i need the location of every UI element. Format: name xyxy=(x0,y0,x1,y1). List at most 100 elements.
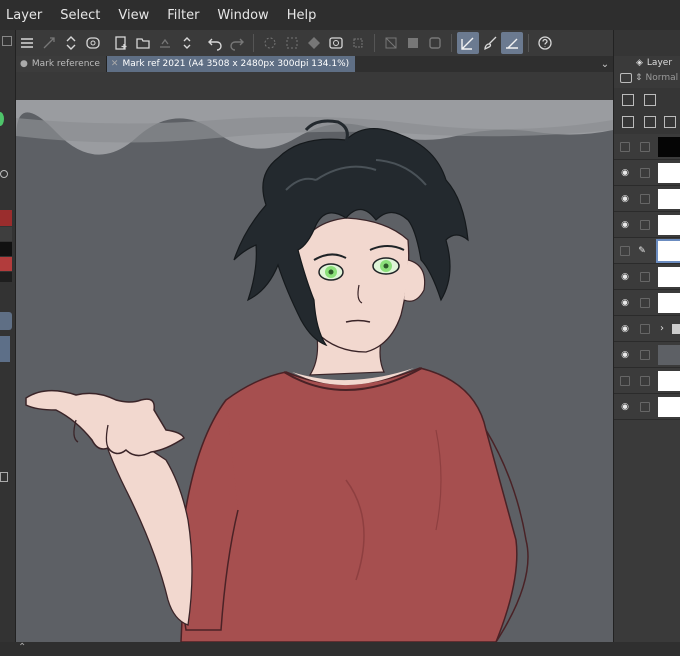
layer-thumbnail xyxy=(658,371,680,391)
layer-checkbox[interactable] xyxy=(640,194,650,204)
layer-thumbnail xyxy=(656,239,680,263)
command-bar xyxy=(16,30,613,56)
swatch-dark-red[interactable] xyxy=(0,210,12,226)
layer-checkbox[interactable] xyxy=(640,142,650,152)
menu-icon[interactable] xyxy=(16,32,38,54)
layer-checkbox[interactable] xyxy=(620,246,630,256)
border-icon[interactable] xyxy=(424,32,446,54)
help-icon[interactable] xyxy=(534,32,556,54)
layer-tools-row xyxy=(614,88,680,134)
swatch-red[interactable] xyxy=(0,257,12,271)
layer-row[interactable]: ◉ xyxy=(614,290,680,316)
swatch-dark[interactable] xyxy=(0,272,12,282)
layer-checkbox[interactable] xyxy=(640,324,650,334)
eye-icon[interactable]: ◉ xyxy=(619,402,631,412)
save-icon[interactable] xyxy=(154,32,176,54)
new-icon[interactable] xyxy=(110,32,132,54)
chevron-up-icon[interactable]: ⌃ xyxy=(18,642,26,653)
undo-icon[interactable] xyxy=(204,32,226,54)
layer-panel: ◈ Layer ⇕ Normal ◉ ◉ ◉ ✎ ◉ ◉ ◉ › ◉ ◉ xyxy=(613,56,680,642)
layer-checkbox[interactable] xyxy=(640,272,650,282)
pen-icon[interactable] xyxy=(457,32,479,54)
swatch-gray[interactable] xyxy=(0,227,12,241)
layer-row[interactable]: ◉ xyxy=(614,394,680,420)
clear-icon[interactable] xyxy=(281,32,303,54)
layer-checkbox[interactable] xyxy=(640,350,650,360)
copy-layer-icon[interactable] xyxy=(622,116,634,128)
fill-icon[interactable] xyxy=(303,32,325,54)
layer-row[interactable]: ◉ xyxy=(614,186,680,212)
layer-checkbox[interactable] xyxy=(640,376,650,386)
menu-view[interactable]: View xyxy=(118,8,158,23)
layer-checkbox[interactable] xyxy=(620,376,630,386)
blend-mode-box-icon xyxy=(620,73,632,83)
tab-mark-reference[interactable]: ● Mark reference xyxy=(16,56,107,72)
eye-icon[interactable]: ◉ xyxy=(619,324,631,334)
layer-folder-row[interactable]: ◉ › xyxy=(614,316,680,342)
new-layer-icon[interactable] xyxy=(622,94,634,106)
tab-label: Mark reference xyxy=(31,59,100,69)
property-panel[interactable] xyxy=(0,336,10,362)
layer-row[interactable]: ◉ xyxy=(614,160,680,186)
layer-panel-label: Layer xyxy=(646,58,673,68)
layer-row[interactable]: ◉ xyxy=(614,264,680,290)
layer-row[interactable] xyxy=(614,368,680,394)
layer-checkbox[interactable] xyxy=(640,402,650,412)
layer-checkbox[interactable] xyxy=(620,142,630,152)
layer-checkbox[interactable] xyxy=(640,220,650,230)
menu-filter[interactable]: Filter xyxy=(167,8,208,23)
menu-icon[interactable] xyxy=(2,36,12,46)
ruler-icon[interactable] xyxy=(501,32,523,54)
status-bar: ⌃ xyxy=(0,642,680,656)
left-tool-strip xyxy=(0,30,16,642)
eye-icon[interactable]: ◉ xyxy=(619,350,631,360)
layer-row[interactable]: ◉ xyxy=(614,342,680,368)
chevron-down-icon[interactable]: ⌄ xyxy=(597,56,613,72)
close-icon[interactable]: ✕ xyxy=(111,59,119,69)
layer-row[interactable]: ◉ xyxy=(614,212,680,238)
open-icon[interactable] xyxy=(132,32,154,54)
layer-checkbox[interactable] xyxy=(640,168,650,178)
drawing-canvas[interactable] xyxy=(16,100,613,642)
tone-icon[interactable] xyxy=(402,32,424,54)
updown-icon: ⇕ xyxy=(635,73,643,83)
crop-icon[interactable] xyxy=(347,32,369,54)
eye-icon[interactable]: ◉ xyxy=(619,168,631,178)
eye-icon[interactable]: ◉ xyxy=(619,272,631,282)
menu-select[interactable]: Select xyxy=(60,8,109,23)
layer-thumbnail xyxy=(658,397,680,417)
mask-layer-icon[interactable] xyxy=(664,116,676,128)
blend-mode-select[interactable]: ⇕ Normal xyxy=(620,71,680,85)
brush-icon[interactable] xyxy=(479,32,501,54)
eye-icon[interactable]: ◉ xyxy=(619,194,631,204)
property-button[interactable] xyxy=(0,312,12,330)
layers-icon: ◈ xyxy=(636,58,643,68)
layer-row[interactable] xyxy=(614,134,680,160)
layer-thumbnail xyxy=(658,163,680,183)
folder-icon[interactable] xyxy=(644,94,656,106)
snap-icon[interactable] xyxy=(82,32,104,54)
tab-mark-ref-2021[interactable]: ✕ Mark ref 2021 (A4 3508 x 2480px 300dpi… xyxy=(106,56,356,72)
hide-icon[interactable] xyxy=(380,32,402,54)
tool-indicator-green[interactable] xyxy=(0,112,4,126)
chevron-right-icon[interactable]: › xyxy=(660,323,664,334)
stepper-icon[interactable] xyxy=(60,32,82,54)
select-icon[interactable] xyxy=(259,32,281,54)
swatch-black[interactable] xyxy=(0,242,12,256)
layer-thumbnail xyxy=(658,345,680,365)
circle-tool-icon[interactable] xyxy=(0,170,8,178)
trash-icon[interactable] xyxy=(0,472,8,482)
redo-icon[interactable] xyxy=(226,32,248,54)
eye-icon[interactable]: ◉ xyxy=(619,220,631,230)
layer-panel-header-strip xyxy=(613,30,680,56)
layer-row-active[interactable]: ✎ xyxy=(614,238,680,264)
merge-layer-icon[interactable] xyxy=(644,116,656,128)
eye-icon[interactable]: ◉ xyxy=(619,298,631,308)
menu-window[interactable]: Window xyxy=(217,8,277,23)
transform-icon[interactable] xyxy=(38,32,60,54)
menu-help[interactable]: Help xyxy=(287,8,326,23)
menu-layer[interactable]: Layer xyxy=(6,8,51,23)
layer-checkbox[interactable] xyxy=(640,298,650,308)
camera-icon[interactable] xyxy=(325,32,347,54)
updown-icon[interactable] xyxy=(176,32,198,54)
